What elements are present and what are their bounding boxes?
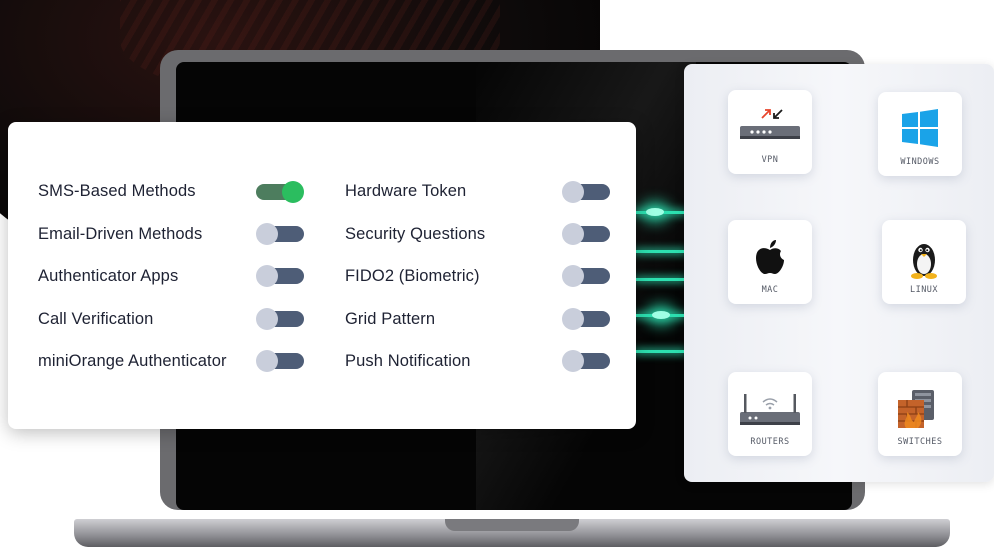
toggle-knob bbox=[562, 181, 584, 203]
auth-method-label: SMS-Based Methods bbox=[38, 181, 196, 200]
platform-tile-switches[interactable]: SWITCHES bbox=[878, 372, 962, 456]
auth-methods-card: SMS-Based Methods Email-Driven Methods A… bbox=[8, 122, 636, 429]
auth-method-label: Hardware Token bbox=[345, 181, 467, 200]
security-questions-toggle[interactable] bbox=[562, 223, 610, 245]
auth-method-label: Security Questions bbox=[345, 224, 486, 243]
auth-method-label: Email-Driven Methods bbox=[38, 224, 203, 243]
auth-method-label: Call Verification bbox=[38, 309, 154, 328]
platforms-panel: VPN WINDOWS MAC LINUX ROUTERS SWITCHES bbox=[684, 64, 994, 482]
platform-label: ROUTERS bbox=[750, 437, 790, 447]
sms-toggle[interactable] bbox=[256, 181, 304, 203]
platform-label: MAC bbox=[761, 285, 779, 295]
grid-pattern-toggle[interactable] bbox=[562, 308, 610, 330]
call-verification-toggle[interactable] bbox=[256, 308, 304, 330]
authenticator-apps-toggle[interactable] bbox=[256, 265, 304, 287]
auth-method-row: Security Questions bbox=[345, 222, 485, 246]
auth-method-row: Push Notification bbox=[345, 349, 471, 373]
miniorange-toggle[interactable] bbox=[256, 350, 304, 372]
push-notification-toggle[interactable] bbox=[562, 350, 610, 372]
auth-method-row: Grid Pattern bbox=[345, 307, 435, 331]
connector-line bbox=[636, 250, 684, 253]
toggle-knob bbox=[256, 308, 278, 330]
hardware-token-toggle[interactable] bbox=[562, 181, 610, 203]
email-toggle[interactable] bbox=[256, 223, 304, 245]
auth-method-label: Authenticator Apps bbox=[38, 266, 179, 285]
platform-tile-linux[interactable]: LINUX bbox=[882, 220, 966, 304]
auth-method-label: miniOrange Authenticator bbox=[38, 351, 227, 370]
connector-line bbox=[636, 278, 684, 281]
fido2-toggle[interactable] bbox=[562, 265, 610, 287]
auth-method-label: Push Notification bbox=[345, 351, 471, 370]
platform-label: SWITCHES bbox=[897, 437, 943, 447]
platform-label: VPN bbox=[761, 155, 779, 165]
toggle-knob bbox=[256, 223, 278, 245]
platform-tile-vpn[interactable]: VPN bbox=[728, 90, 812, 174]
toggle-knob bbox=[562, 223, 584, 245]
connector-glow bbox=[652, 311, 670, 319]
auth-method-label: FIDO2 (Biometric) bbox=[345, 266, 480, 285]
connector-glow bbox=[646, 208, 664, 216]
platform-label: WINDOWS bbox=[900, 157, 940, 167]
toggle-knob bbox=[256, 350, 278, 372]
toggle-knob bbox=[562, 265, 584, 287]
toggle-knob bbox=[256, 265, 278, 287]
auth-method-row: Call Verification bbox=[38, 307, 153, 331]
platform-tile-mac[interactable]: MAC bbox=[728, 220, 812, 304]
auth-method-row: Hardware Token bbox=[345, 179, 466, 203]
laptop-notch bbox=[445, 519, 579, 531]
platform-tile-windows[interactable]: WINDOWS bbox=[878, 92, 962, 176]
toggle-knob bbox=[562, 308, 584, 330]
auth-method-row: SMS-Based Methods bbox=[38, 179, 196, 203]
auth-method-row: Authenticator Apps bbox=[38, 264, 178, 288]
platform-label: LINUX bbox=[909, 285, 939, 295]
toggle-knob bbox=[282, 181, 304, 203]
connector-line bbox=[636, 350, 684, 353]
platform-tile-routers[interactable]: ROUTERS bbox=[728, 372, 812, 456]
auth-method-row: miniOrange Authenticator bbox=[38, 349, 227, 373]
auth-method-row: Email-Driven Methods bbox=[38, 222, 202, 246]
auth-method-row: FIDO2 (Biometric) bbox=[345, 264, 480, 288]
auth-method-label: Grid Pattern bbox=[345, 309, 436, 328]
toggle-knob bbox=[562, 350, 584, 372]
